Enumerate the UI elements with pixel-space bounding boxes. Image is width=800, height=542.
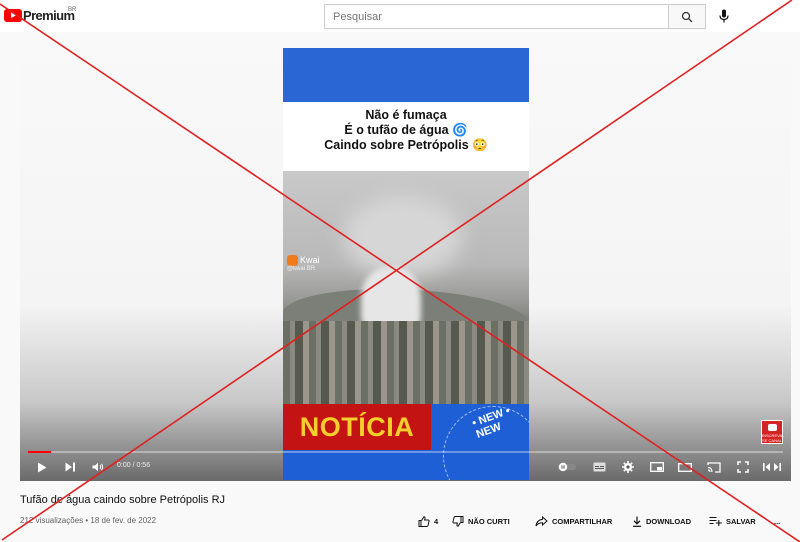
subscribe-watermark-button[interactable]: INSCREVA-SE CANAL bbox=[761, 420, 783, 444]
like-count: 4 bbox=[434, 516, 439, 526]
video-caption: Não é fumaça É o tufão de água 🌀 Caindo … bbox=[283, 108, 529, 153]
kwai-logo-icon bbox=[287, 255, 298, 267]
city-scene-image: Kwai @kwai BR bbox=[283, 171, 529, 404]
subtitles-icon bbox=[593, 462, 605, 472]
search-icon bbox=[681, 11, 693, 22]
more-actions-button[interactable]: ... bbox=[774, 513, 780, 529]
kwai-handle: @kwai BR bbox=[287, 266, 316, 273]
youtube-play-icon bbox=[4, 9, 22, 22]
autoplay-toggle-icon bbox=[558, 462, 576, 472]
youtube-premium-logo[interactable]: Premium BR bbox=[4, 7, 77, 23]
volume-button[interactable] bbox=[90, 459, 106, 475]
play-button[interactable] bbox=[34, 459, 50, 475]
download-icon bbox=[633, 516, 641, 527]
theater-icon bbox=[678, 462, 692, 472]
logo-text: Premium bbox=[23, 8, 75, 23]
settings-button[interactable] bbox=[620, 459, 636, 475]
miniplayer-button[interactable] bbox=[649, 459, 665, 475]
add-to-playlist-icon bbox=[709, 516, 722, 526]
thumbs-up-icon bbox=[418, 515, 430, 527]
caption-line: É o tufão de água 🌀 bbox=[344, 123, 468, 137]
skip-nav-button[interactable] bbox=[760, 459, 784, 475]
skip-icon bbox=[763, 463, 781, 471]
noticia-banner: NOTÍCIA bbox=[283, 404, 431, 450]
progress-played bbox=[28, 451, 51, 453]
next-icon bbox=[65, 462, 75, 472]
caption-line: Caindo sobre Petrópolis 😳 bbox=[324, 138, 488, 152]
dislike-button[interactable]: NÃO CURTI bbox=[452, 513, 510, 529]
download-label: DOWNLOAD bbox=[646, 516, 691, 526]
share-button[interactable]: COMPARTILHAR bbox=[535, 513, 612, 529]
fullscreen-icon bbox=[737, 461, 749, 473]
youtube-watch-page: Premium BR Não é fumaça É bbox=[0, 0, 800, 542]
top-bar: Premium BR bbox=[0, 0, 800, 32]
autoplay-toggle[interactable] bbox=[557, 459, 577, 475]
play-icon bbox=[38, 462, 47, 472]
search-bar bbox=[324, 4, 706, 29]
like-button[interactable]: 4 bbox=[418, 513, 438, 529]
video-player[interactable]: Não é fumaça É o tufão de água 🌀 Caindo … bbox=[20, 43, 791, 481]
miniplayer-icon bbox=[650, 462, 664, 472]
time-display: 0:00 / 0:56 bbox=[117, 462, 151, 469]
cast-button[interactable] bbox=[706, 459, 722, 475]
video-title: Tufão de água caindo sobre Petrópolis RJ bbox=[20, 494, 226, 506]
more-icon: ... bbox=[774, 516, 781, 526]
voice-search-button[interactable] bbox=[712, 5, 736, 27]
save-button[interactable]: SALVAR bbox=[709, 513, 756, 529]
noticia-text: NOTÍCIA bbox=[299, 411, 415, 442]
dislike-label: NÃO CURTI bbox=[468, 516, 510, 526]
share-label: COMPARTILHAR bbox=[552, 516, 613, 526]
gear-icon bbox=[622, 461, 634, 473]
kwai-label: Kwai bbox=[300, 255, 320, 265]
cast-icon bbox=[707, 461, 721, 473]
share-icon bbox=[535, 515, 548, 526]
microphone-icon bbox=[719, 9, 729, 23]
video-meta: 212 visualizações • 18 de fev. de 2022 bbox=[20, 516, 157, 525]
town-buildings bbox=[283, 321, 529, 404]
subtitles-button[interactable] bbox=[591, 459, 607, 475]
player-controls: 0:00 / 0:56 bbox=[20, 455, 791, 479]
fullscreen-button[interactable] bbox=[735, 459, 751, 475]
sky-cloud bbox=[343, 196, 463, 276]
video-frame: Não é fumaça É o tufão de água 🌀 Caindo … bbox=[283, 48, 529, 480]
progress-bar[interactable] bbox=[28, 451, 783, 453]
search-input[interactable] bbox=[324, 4, 668, 29]
theater-mode-button[interactable] bbox=[677, 459, 693, 475]
save-label: SALVAR bbox=[726, 516, 756, 526]
top-blue-band bbox=[283, 48, 529, 102]
next-button[interactable] bbox=[62, 459, 78, 475]
thumbs-down-icon bbox=[452, 515, 464, 527]
kwai-watermark: Kwai @kwai BR bbox=[287, 255, 320, 272]
caption-line: Não é fumaça bbox=[365, 108, 447, 122]
search-button[interactable] bbox=[668, 4, 706, 29]
volume-icon bbox=[92, 462, 104, 472]
region-code: BR bbox=[68, 7, 77, 13]
download-button[interactable]: DOWNLOAD bbox=[632, 513, 691, 529]
